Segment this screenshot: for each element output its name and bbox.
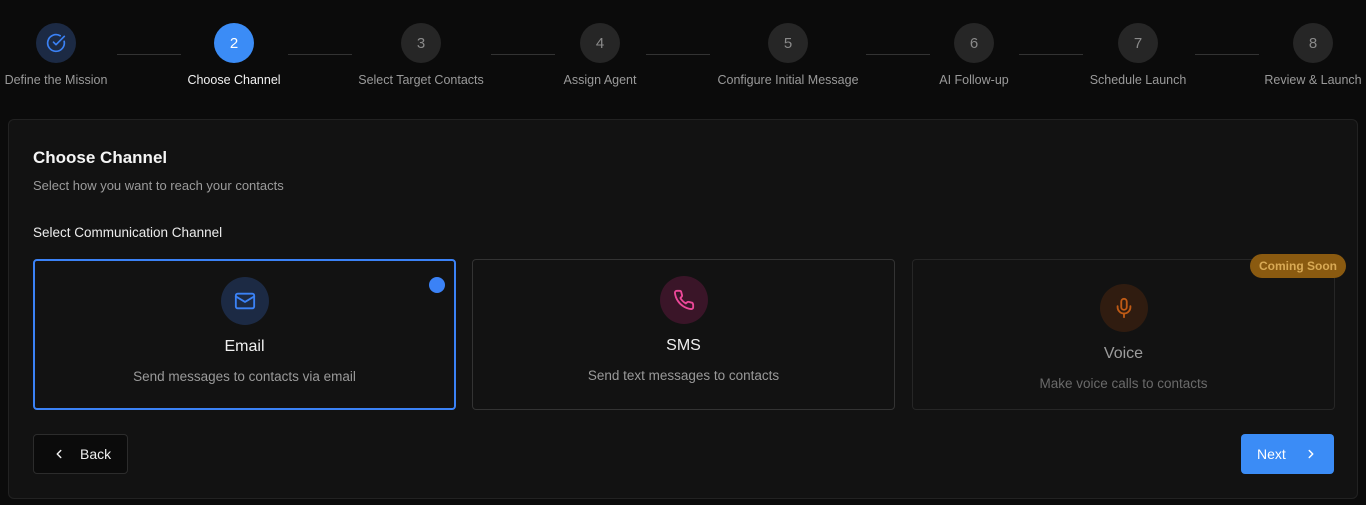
next-button-label: Next	[1257, 446, 1286, 462]
chevron-right-icon	[1308, 449, 1314, 459]
channel-title: Voice	[1103, 345, 1144, 362]
card-title: Choose Channel	[33, 148, 168, 167]
step-review-launch[interactable]: 8 Review & Launch	[1213, 23, 1366, 87]
channel-option-email[interactable]: Email Send messages to contacts via emai…	[33, 259, 456, 410]
channel-description: Send text messages to contacts	[587, 368, 780, 383]
channel-title: SMS	[666, 337, 701, 354]
back-button[interactable]: Back	[33, 434, 128, 474]
step-schedule-launch[interactable]: 7 Schedule Launch	[1038, 23, 1238, 87]
step-select-target-contacts[interactable]: 3 Select Target Contacts	[321, 23, 521, 87]
sms-icon-badge	[659, 276, 708, 324]
step-assign-agent[interactable]: 4 Assign Agent	[500, 23, 700, 87]
voice-icon-badge	[1099, 284, 1148, 332]
step-number: 2	[214, 23, 254, 63]
stepper: Define the Mission 2 Choose Channel 3 Se…	[0, 0, 1366, 110]
channel-description: Make voice calls to contacts	[1039, 376, 1208, 391]
step-number: 4	[580, 23, 620, 63]
step-label: Review & Launch	[1264, 73, 1362, 87]
step-number: 5	[768, 23, 808, 63]
step-define-mission[interactable]: Define the Mission	[0, 23, 156, 87]
phone-icon	[673, 289, 694, 310]
mail-icon	[234, 292, 255, 310]
section-label: Select Communication Channel	[33, 225, 223, 240]
step-number: 3	[401, 23, 441, 63]
step-label: Configure Initial Message	[717, 73, 859, 87]
email-icon-badge	[220, 277, 269, 325]
mic-icon	[1116, 297, 1131, 319]
channel-title: Email	[224, 338, 265, 355]
step-number: 8	[1293, 23, 1333, 63]
step-circle	[36, 23, 76, 63]
step-choose-channel[interactable]: 2 Choose Channel	[134, 23, 334, 87]
next-button[interactable]: Next	[1241, 434, 1334, 474]
step-configure-initial-message[interactable]: 5 Configure Initial Message	[688, 23, 888, 87]
check-circle-icon	[46, 33, 66, 53]
step-label: Define the Mission	[4, 73, 108, 87]
coming-soon-badge: Coming Soon	[1250, 254, 1346, 278]
selected-indicator	[429, 277, 445, 293]
step-label: Choose Channel	[187, 73, 281, 87]
step-label: Select Target Contacts	[358, 73, 484, 87]
channel-option-voice: Voice Make voice calls to contacts	[912, 259, 1335, 410]
card-subtitle: Select how you want to reach your contac…	[33, 178, 284, 193]
chevron-left-icon	[56, 449, 62, 459]
channel-card: Choose Channel Select how you want to re…	[8, 119, 1358, 499]
back-button-label: Back	[80, 446, 112, 462]
step-label: Schedule Launch	[1089, 73, 1187, 87]
channel-description: Send messages to contacts via email	[133, 369, 356, 384]
step-label: Assign Agent	[563, 73, 637, 87]
step-number: 7	[1118, 23, 1158, 63]
step-number: 6	[954, 23, 994, 63]
channel-option-sms[interactable]: SMS Send text messages to contacts	[472, 259, 895, 410]
